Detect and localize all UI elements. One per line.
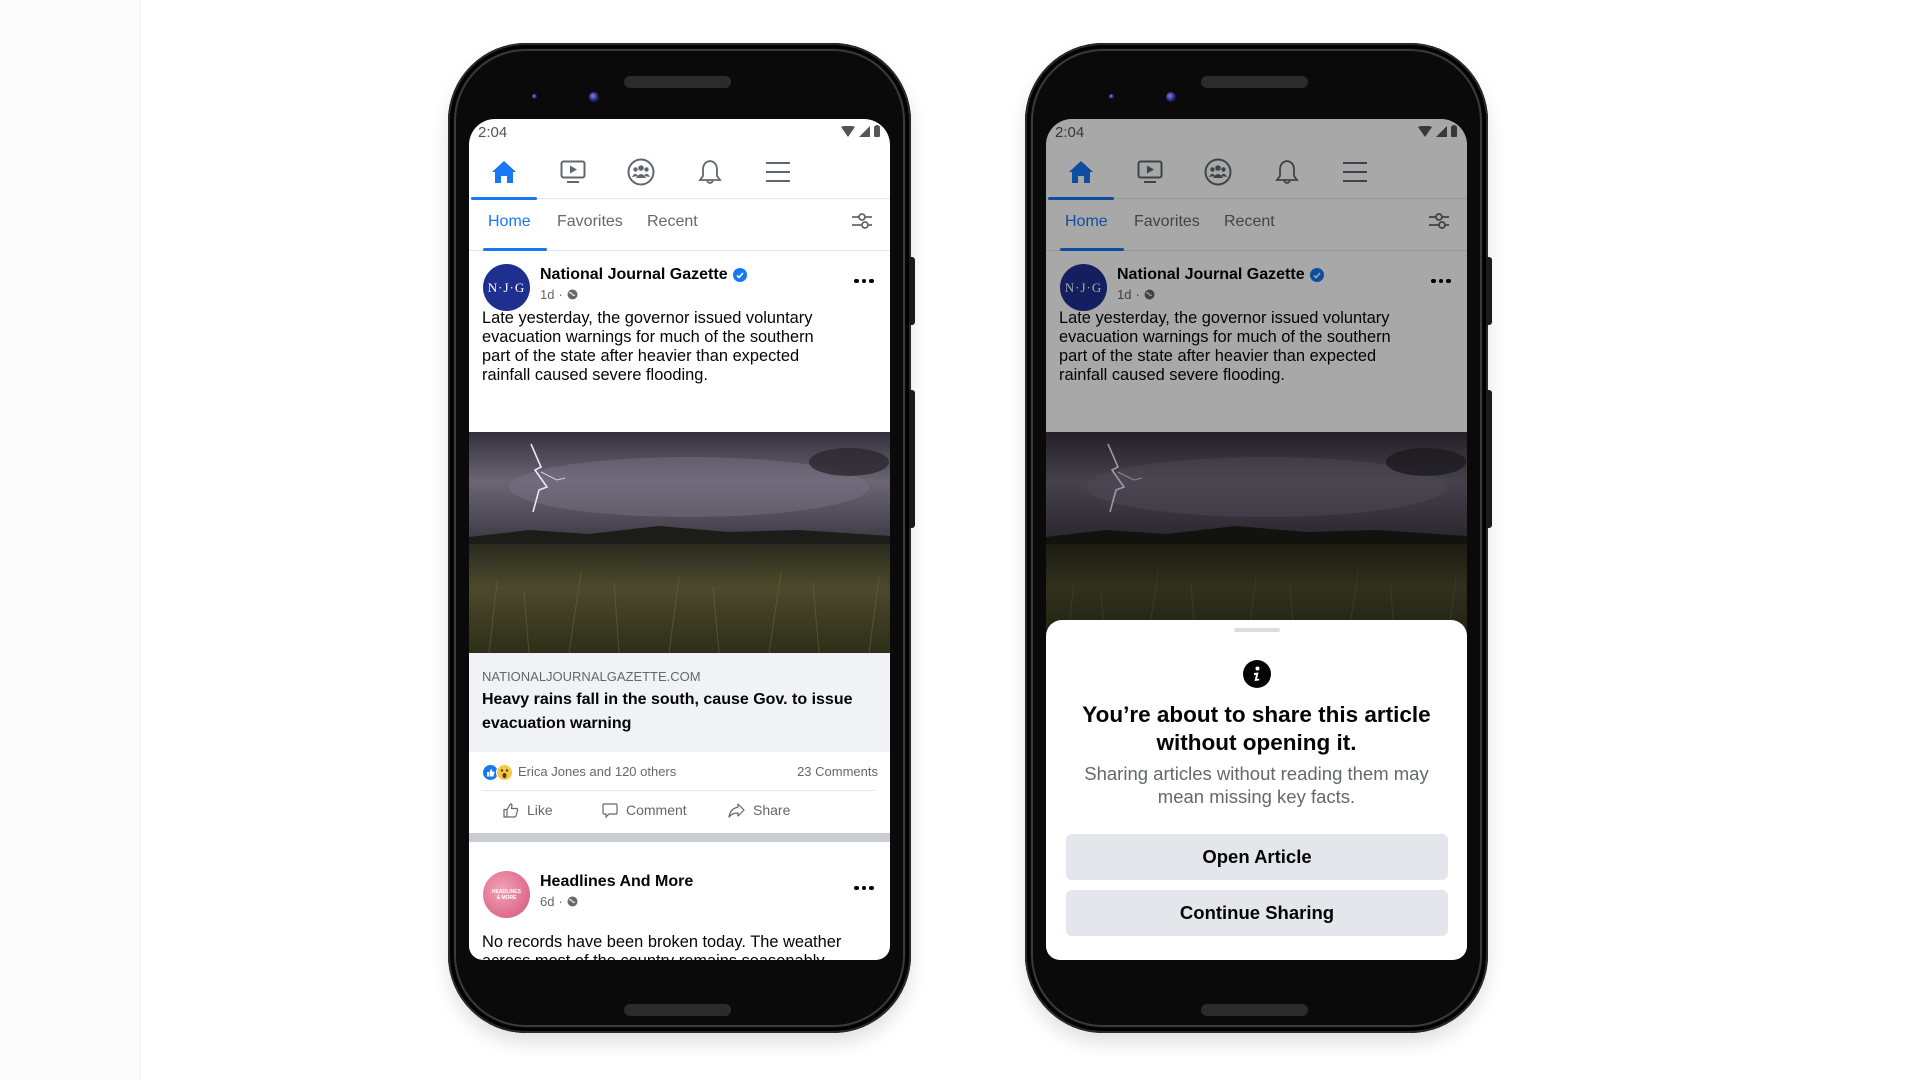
link-preview[interactable]: NATIONALJOURNALGAZETTE.COM Heavy rains f… [469, 653, 890, 752]
battery-icon [874, 125, 880, 137]
page-avatar[interactable]: HEADLINES & MORE [483, 871, 530, 918]
globe-icon [567, 289, 578, 300]
comments-count[interactable]: 23 Comments [797, 764, 878, 779]
feed-tabs: Home Favorites Recent [469, 199, 890, 251]
tab-recent[interactable]: Recent [647, 213, 698, 231]
watch-icon [560, 160, 586, 183]
post-body-line: Late yesterday, the governor issued volu… [482, 309, 813, 327]
post-body: Late yesterday, the governor issued volu… [482, 309, 876, 385]
sheet-title-line: without opening it. [1156, 730, 1357, 755]
power-button [1486, 257, 1492, 325]
home-icon [492, 161, 516, 183]
phone-share-prompt: 2:04 Home Favorites Recent N·J·G Nationa… [1025, 43, 1492, 1033]
post-body-line: No records have been broken today. The w… [482, 933, 842, 951]
link-headline-line: Heavy rains fall in the south, cause Gov… [482, 691, 853, 708]
sheet-title: You’re about to share this article witho… [1056, 701, 1457, 757]
post-time[interactable]: 6d [540, 894, 554, 909]
post-options-button[interactable] [854, 276, 876, 286]
nav-notifications[interactable] [677, 145, 743, 199]
volume-button [1486, 390, 1492, 528]
verified-badge-icon [732, 268, 747, 282]
filter-sliders-icon [852, 213, 872, 229]
status-time: 2:04 [478, 124, 508, 141]
reaction-count: Erica Jones and 120 others [518, 764, 677, 779]
nav-groups[interactable] [608, 145, 674, 199]
tab-favorites[interactable]: Favorites [557, 213, 623, 231]
share-icon [728, 802, 745, 818]
phone-feed: 2:04 Home Favorites Recent N·J·G Nationa… [448, 43, 915, 1033]
post-body-line: rainfall caused severe flooding. [482, 366, 708, 384]
status-bar: 2:04 [469, 119, 890, 145]
continue-sharing-button[interactable]: Continue Sharing [1066, 890, 1448, 936]
comment-button[interactable]: Comment [602, 802, 687, 818]
like-button[interactable]: Like [503, 802, 553, 818]
bottom-speaker [1201, 1004, 1308, 1016]
wifi-icon [841, 125, 855, 137]
wow-reaction-icon [496, 764, 513, 781]
notifications-icon [698, 160, 722, 184]
link-headline-line: evacuation warning [482, 715, 632, 732]
share-button[interactable]: Share [728, 802, 790, 818]
post-options-button[interactable] [854, 883, 876, 893]
sheet-subtitle-line: mean missing key facts. [1157, 786, 1356, 807]
earpiece-speaker [624, 76, 731, 88]
feed-filter-button[interactable] [850, 211, 878, 237]
post-author[interactable]: National Journal Gazette [540, 266, 728, 284]
globe-icon [567, 896, 578, 907]
sheet-subtitle: Sharing articles without reading them ma… [1056, 762, 1457, 808]
post-body: No records have been broken today. The w… [482, 933, 876, 960]
post-body-line: evacuation warnings for much of the sout… [482, 328, 814, 346]
groups-icon [627, 158, 655, 186]
post-time[interactable]: 1d [540, 287, 554, 302]
earpiece-speaker [1201, 76, 1308, 88]
meta-separator: · [558, 287, 563, 302]
nav-home[interactable] [471, 145, 537, 200]
post-body-line: across most of the country remains seaso… [482, 952, 876, 960]
sensor [1109, 94, 1114, 99]
share-prompt-screen: 2:04 Home Favorites Recent N·J·G Nationa… [1046, 119, 1467, 960]
page-avatar[interactable]: N·J·G [483, 264, 530, 311]
background-panel [0, 0, 141, 1080]
nav-menu[interactable] [745, 145, 811, 199]
like-label: Like [527, 802, 553, 818]
volume-button [909, 390, 915, 528]
article-image[interactable] [469, 432, 890, 653]
link-headline: Heavy rains fall in the south, cause Gov… [482, 688, 876, 736]
sheet-subtitle-line: Sharing articles without reading them ma… [1084, 763, 1429, 784]
front-camera [1166, 92, 1176, 102]
post-author[interactable]: Headlines And More [540, 873, 693, 891]
share-warning-sheet: You’re about to share this article witho… [1046, 620, 1467, 960]
open-article-button[interactable]: Open Article [1066, 834, 1448, 880]
feed-screen: 2:04 Home Favorites Recent N·J·G Nationa… [469, 119, 890, 960]
menu-icon [766, 162, 790, 182]
post-header: HEADLINES & MORE Headlines And More 6d · [469, 871, 890, 927]
post-body-line: part of the state after heavier than exp… [482, 347, 800, 365]
reactions-summary[interactable]: Erica Jones and 120 others 23 Comments [469, 752, 890, 790]
power-button [909, 257, 915, 325]
comment-label: Comment [626, 802, 687, 818]
sensor [532, 94, 537, 99]
storm-field-image [469, 432, 890, 653]
avatar-text: HEADLINES & MORE [492, 888, 521, 901]
main-nav-bar [469, 145, 890, 200]
like-icon [503, 802, 519, 818]
post-actions: Like Comment Share [469, 791, 890, 833]
sheet-title-line: You’re about to share this article [1082, 702, 1431, 727]
meta-separator: · [558, 894, 563, 909]
share-label: Share [753, 802, 791, 818]
link-domain: NATIONALJOURNALGAZETTE.COM [482, 669, 701, 684]
feed-separator [469, 833, 890, 842]
nav-watch[interactable] [540, 145, 606, 199]
comment-icon [602, 802, 618, 818]
tab-home[interactable]: Home [488, 213, 531, 231]
bottom-speaker [624, 1004, 731, 1016]
front-camera [589, 92, 599, 102]
signal-icon [859, 125, 870, 137]
info-icon [1242, 660, 1271, 688]
sheet-drag-handle[interactable] [1233, 628, 1280, 632]
active-tab-indicator [483, 248, 547, 251]
